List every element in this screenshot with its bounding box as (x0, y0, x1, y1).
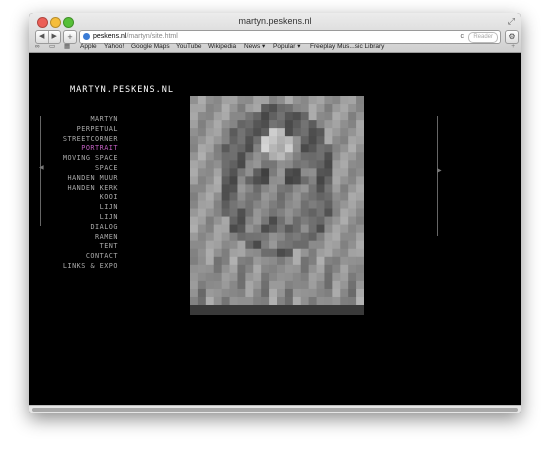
menu-item-lijn[interactable]: LIJN (29, 203, 118, 213)
portrait-artwork-image (190, 96, 364, 315)
menu-item-dialog[interactable]: DIALOG (29, 223, 118, 233)
next-arrow-icon[interactable]: ▶ (437, 167, 442, 174)
bookmark-apple[interactable]: Apple (80, 42, 97, 52)
browser-window: martyn.peskens.nl ⤢ ◀ ▶ + peskens.nl/mar… (29, 13, 521, 413)
horizontal-scrollbar[interactable] (29, 405, 521, 413)
reading-list-icon[interactable]: ∞ (35, 42, 40, 52)
menu-item-handen-muur[interactable]: HANDEN MUUR (29, 174, 118, 184)
bookmark-freeplay-music[interactable]: Freeplay Mus...sic Library (310, 42, 384, 52)
right-divider-line (437, 116, 438, 236)
bookmarks-book-icon[interactable]: ▭ (49, 42, 55, 52)
site-menu: MARTYN PERPETUAL STREETCORNER PORTRAIT MOVIN… (29, 115, 118, 272)
menu-item-tent[interactable]: TENT (29, 242, 118, 252)
site-title[interactable]: MARTYN.PESKENS.NL (70, 85, 174, 95)
bookmark-google-maps[interactable]: Google Maps (131, 42, 170, 52)
window-title: martyn.peskens.nl (238, 16, 312, 26)
bookmark-wikipedia[interactable]: Wikipedia (208, 42, 236, 52)
url-domain: peskens.nl (93, 33, 127, 40)
top-sites-grid-icon[interactable]: ▦ (64, 42, 70, 52)
bookmark-popular-menu[interactable]: Popular ▾ (273, 42, 300, 52)
add-bookmark-icon[interactable]: + (511, 42, 515, 52)
scrollbar-thumb[interactable] (32, 408, 518, 412)
globe-icon (83, 33, 90, 40)
menu-item-contact[interactable]: CONTACT (29, 252, 118, 262)
menu-item-martyn[interactable]: MARTYN (29, 115, 118, 125)
menu-item-lijn[interactable]: LIJN (29, 213, 118, 223)
menu-item-kooi[interactable]: KOOI (29, 193, 118, 203)
page-content: MARTYN.PESKENS.NL ◀ MARTYN PERPETUAL STREE… (29, 53, 521, 405)
menu-item-perpetual[interactable]: PERPETUAL (29, 125, 118, 135)
pixelated-portrait-svg (190, 96, 364, 315)
title-bar: martyn.peskens.nl ⤢ ◀ ▶ + peskens.nl/mar… (29, 13, 521, 53)
bookmarks-bar: ∞ ▭ ▦ Apple Yahoo! Google Maps YouTube W… (29, 42, 521, 52)
bookmark-yahoo[interactable]: Yahoo! (104, 42, 124, 52)
menu-item-portrait[interactable]: PORTRAIT (29, 144, 118, 154)
bookmark-youtube[interactable]: YouTube (176, 42, 202, 52)
menu-item-ramen[interactable]: RAMEN (29, 233, 118, 243)
fullscreen-icon[interactable]: ⤢ (508, 16, 515, 27)
menu-item-moving-space[interactable]: MOVING SPACE (29, 154, 118, 164)
menu-item-handen-kerk[interactable]: HANDEN KERK (29, 184, 118, 194)
menu-item-space[interactable]: SPACE (29, 164, 118, 174)
menu-item-streetcorner[interactable]: STREETCORNER (29, 135, 118, 145)
url-path: /martyn/site.html (126, 33, 178, 40)
menu-item-links-expo[interactable]: LINKS & EXPO (29, 262, 118, 272)
bookmark-news-menu[interactable]: News ▾ (244, 42, 265, 52)
